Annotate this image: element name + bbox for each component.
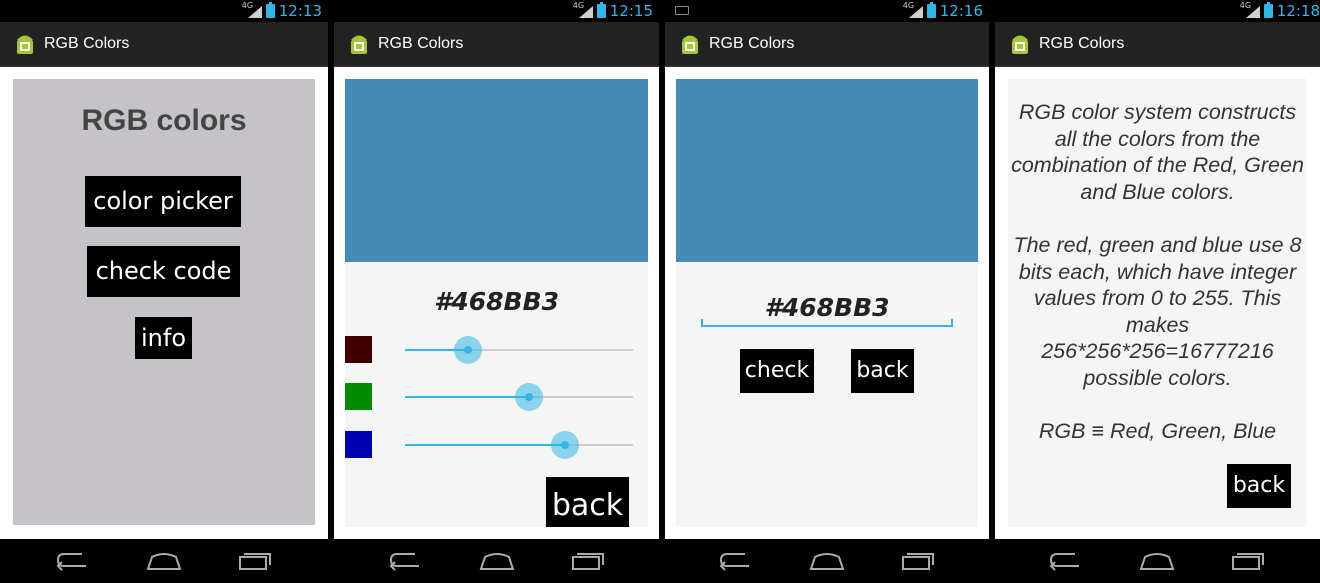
signal-4g-icon: 4G [573, 1, 593, 18]
action-bar: RGB Colors [334, 22, 659, 67]
home-icon[interactable] [146, 551, 182, 571]
red-swatch [345, 336, 372, 363]
status-bar: 4G 12:13 [0, 0, 328, 22]
recents-icon[interactable] [238, 551, 272, 571]
app-title: RGB Colors [709, 35, 795, 52]
color-picker-panel: #468BB3 back [345, 79, 648, 527]
home-icon[interactable] [1139, 551, 1175, 571]
clock: 12:16 [939, 2, 983, 20]
action-bar: RGB Colors [995, 22, 1320, 67]
back-icon[interactable] [719, 551, 753, 571]
action-bar: RGB Colors [665, 22, 989, 67]
back-icon[interactable] [1049, 551, 1083, 571]
navigation-bar [665, 539, 989, 583]
app-title: RGB Colors [1039, 35, 1125, 52]
battery-charging-icon [1263, 2, 1273, 18]
status-bar: 4G 12:15 [334, 0, 659, 22]
status-bar: 4G 12:18 [995, 0, 1320, 22]
content-area: RGB color system constructs all the colo… [995, 67, 1320, 539]
keyboard-icon [675, 6, 689, 15]
check-button[interactable]: check [740, 349, 814, 393]
home-icon[interactable] [479, 551, 515, 571]
content-area: #468BB3 back [334, 67, 659, 539]
app-title: RGB Colors [378, 35, 464, 52]
android-icon [17, 35, 33, 54]
navigation-bar [0, 539, 328, 583]
blue-slider-thumb[interactable] [551, 431, 579, 459]
green-slider-fill [405, 396, 529, 398]
clock: 12:18 [1276, 2, 1320, 20]
check-code-button[interactable]: check code [87, 246, 240, 297]
screen-color-picker: 4G 12:15 RGB Colors #468BB3 back [334, 0, 659, 583]
android-icon [351, 35, 367, 54]
back-button[interactable]: back [1227, 464, 1291, 508]
clock: 12:13 [278, 2, 322, 20]
green-slider[interactable] [405, 383, 633, 411]
blue-swatch [345, 431, 372, 458]
info-paragraph-2: The red, green and blue use 8 bits each,… [1013, 232, 1302, 390]
android-icon [682, 35, 698, 54]
hex-code-label: #468BB3 [433, 287, 560, 316]
hex-code-input-value: #468BB3 [764, 293, 890, 322]
color-preview [345, 79, 648, 262]
battery-charging-icon [265, 2, 275, 18]
hex-code-input[interactable]: #468BB3 [701, 287, 953, 327]
info-spacer [1008, 205, 1307, 232]
android-icon [1012, 35, 1028, 54]
color-picker-button[interactable]: color picker [85, 176, 241, 227]
check-code-panel: #468BB3 check back [676, 79, 978, 527]
back-button[interactable]: back [851, 349, 914, 393]
recents-icon[interactable] [901, 551, 935, 571]
recents-icon[interactable] [571, 551, 605, 571]
navigation-bar [334, 539, 659, 583]
back-icon[interactable] [389, 551, 423, 571]
recents-icon[interactable] [1231, 551, 1265, 571]
signal-4g-icon: 4G [1240, 1, 1260, 18]
back-button[interactable]: back [546, 477, 629, 527]
battery-charging-icon [926, 2, 936, 18]
red-slider-thumb[interactable] [454, 336, 482, 364]
navigation-bar [995, 539, 1320, 583]
info-panel: RGB color system constructs all the colo… [1008, 79, 1307, 527]
battery-charging-icon [596, 2, 606, 18]
red-slider[interactable] [405, 336, 633, 364]
info-paragraph-3: RGB ≡ Red, Green, Blue [1038, 419, 1277, 444]
info-spacer [1008, 392, 1307, 419]
info-button[interactable]: info [135, 317, 192, 359]
green-slider-thumb[interactable] [515, 383, 543, 411]
menu-title: RGB colors [81, 104, 247, 137]
back-icon[interactable] [56, 551, 90, 571]
info-text: RGB color system constructs all the colo… [1008, 99, 1307, 445]
screen-info: 4G 12:18 RGB Colors RGB color system con… [995, 0, 1320, 583]
blue-slider-fill [405, 444, 565, 446]
content-area: RGB colors color picker check code info [0, 67, 328, 539]
action-bar: RGB Colors [0, 22, 328, 67]
info-paragraph-1: RGB color system constructs all the colo… [1011, 100, 1304, 204]
color-preview [676, 79, 978, 262]
app-title: RGB Colors [44, 35, 130, 52]
status-bar: 4G 12:16 [665, 0, 989, 22]
content-area: #468BB3 check back [665, 67, 989, 539]
signal-4g-icon: 4G [903, 1, 923, 18]
screen-menu: 4G 12:13 RGB Colors RGB colors color pic… [0, 0, 328, 583]
signal-4g-icon: 4G [242, 1, 262, 18]
green-swatch [345, 383, 372, 410]
blue-slider[interactable] [405, 431, 633, 459]
menu-panel: RGB colors color picker check code info [13, 79, 315, 525]
clock: 12:15 [609, 2, 653, 20]
screen-check-code: 4G 12:16 RGB Colors #468BB3 check back [665, 0, 989, 583]
home-icon[interactable] [809, 551, 845, 571]
